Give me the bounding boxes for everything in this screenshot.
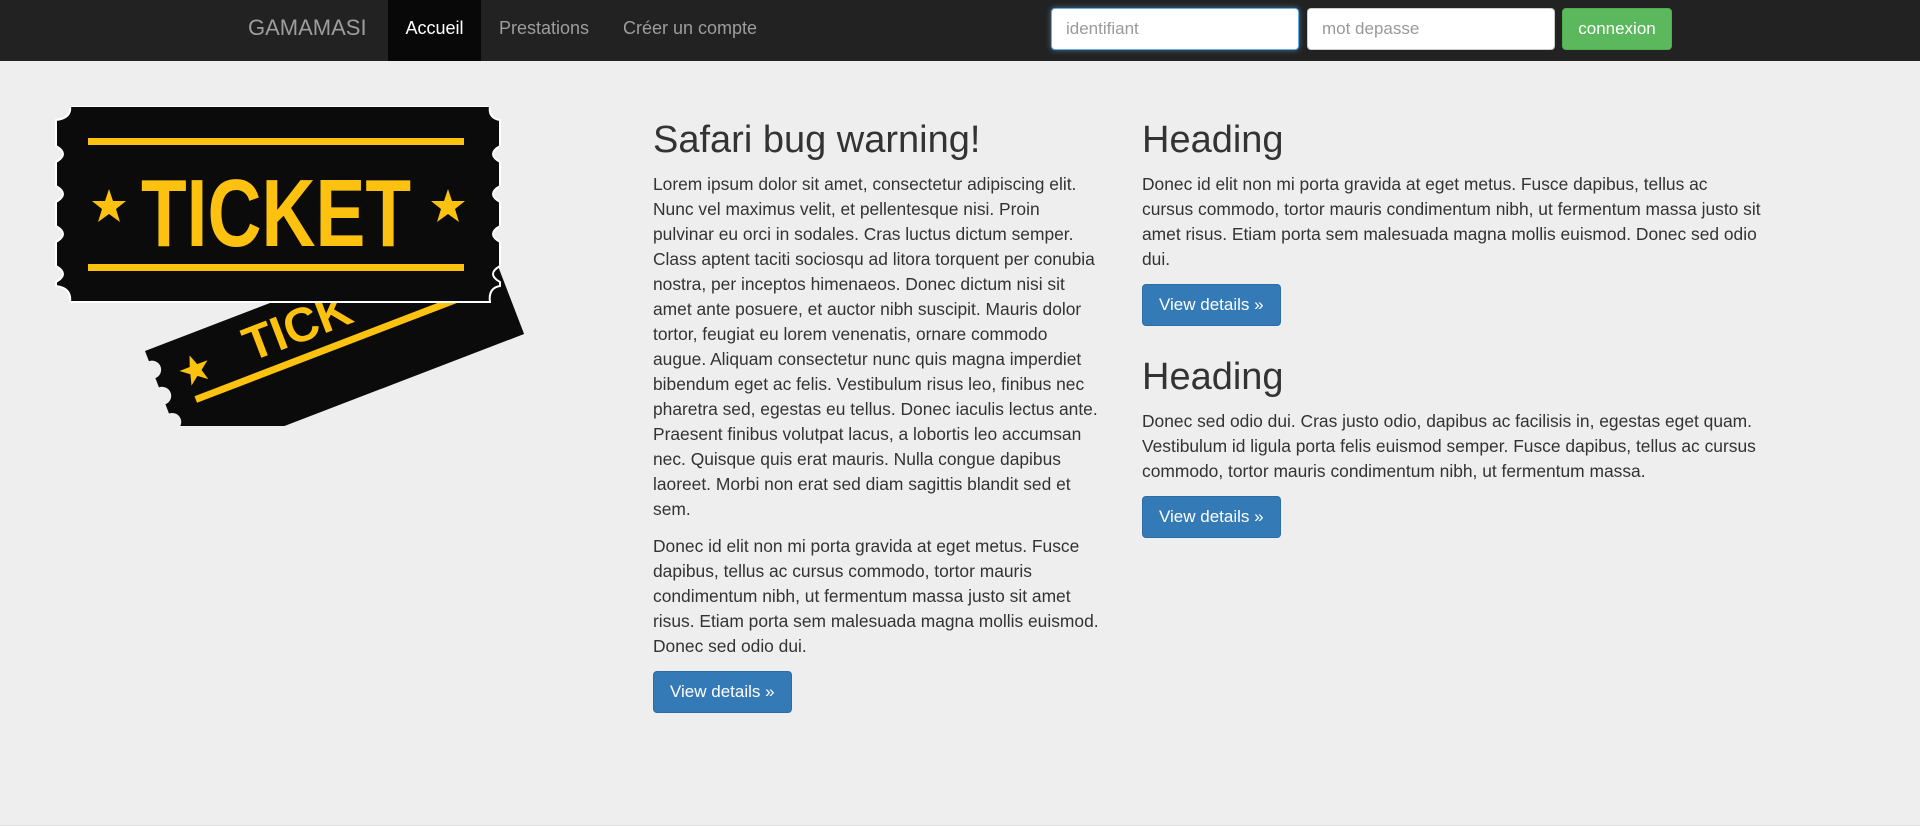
view-details-button[interactable]: View details » [653,671,792,713]
main-paragraph-1: Lorem ipsum dolor sit amet, consectetur … [653,174,1098,519]
main-content: TICK TICKET Safari bug warning! Lorem ip… [0,61,1920,826]
main-heading: Safari bug warning! [653,119,981,161]
side-paragraph-2: Donec sed odio dui. Cras justo odio, dap… [1142,411,1756,481]
nav-item-prestations[interactable]: Prestations [481,0,607,61]
side-heading-1: Heading [1142,119,1284,161]
ticket-text: TICKET [141,160,411,267]
side-block-1: Heading Donec id elit non mi porta gravi… [1142,116,1762,326]
side-column: Heading Donec id elit non mi porta gravi… [1142,116,1762,538]
view-details-button[interactable]: View details » [1142,496,1281,538]
ticket-illustration: TICK TICKET [55,105,525,464]
view-details-button[interactable]: View details » [1142,284,1281,326]
brand-link[interactable]: GAMAMASI [248,0,367,61]
nav-item-accueil[interactable]: Accueil [388,0,481,61]
main-column: Safari bug warning! Lorem ipsum dolor si… [653,116,1103,713]
username-input[interactable] [1051,8,1299,50]
main-paragraph-2: Donec id elit non mi porta gravida at eg… [653,536,1099,656]
password-input[interactable] [1307,8,1555,50]
nav-item-creer-compte[interactable]: Créer un compte [607,0,773,61]
side-block-2: Heading Donec sed odio dui. Cras justo o… [1142,353,1762,538]
navbar: GAMAMASI Accueil Prestations Créer un co… [0,0,1920,62]
ticket-image: TICK TICKET [50,105,560,464]
side-paragraph-1: Donec id elit non mi porta gravida at eg… [1142,174,1761,269]
side-heading-2: Heading [1142,356,1284,398]
login-button[interactable]: connexion [1562,8,1672,50]
